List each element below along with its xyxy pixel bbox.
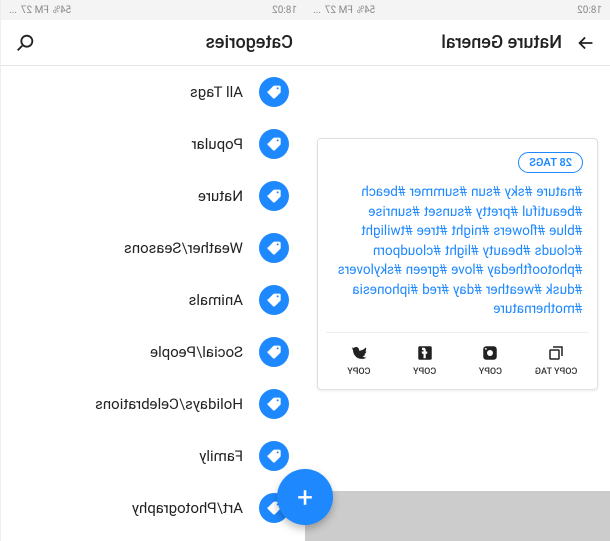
- tag-icon: [259, 441, 289, 471]
- status-carrier-2: FM 27: [21, 5, 49, 16]
- copy-tag-label: COPY TAG: [535, 367, 577, 377]
- list-item-label: Family: [199, 447, 243, 465]
- list-item-label: Popular: [191, 135, 243, 153]
- add-fab[interactable]: +: [277, 469, 333, 525]
- list-item-label: Weather/Seasons: [124, 239, 243, 257]
- categories-header: Categories: [1, 20, 305, 66]
- detail-title: Nature General: [317, 32, 562, 53]
- categories-screen: 18:02 54% FM 27 ... Categories All Tags …: [0, 0, 305, 541]
- tag-icon: [259, 337, 289, 367]
- copy-tag-action[interactable]: COPY TAG: [523, 343, 589, 377]
- copy-icon: [546, 343, 566, 363]
- tag-icon: [259, 77, 289, 107]
- hashtags-text: #nature #sky #sun #summer #beach #beauti…: [332, 183, 583, 320]
- categories-title: Categories: [49, 32, 293, 53]
- tag-icon: [259, 129, 289, 159]
- status-net: 54%: [357, 5, 376, 16]
- detail-screen: 18:02 54% FM 27 ... Nature General 28 TA…: [305, 0, 610, 541]
- list-item[interactable]: Social/People: [1, 326, 305, 378]
- tag-card: 28 TAGS #nature #sky #sun #summer #beach…: [317, 138, 598, 390]
- bottom-bar: [305, 491, 610, 541]
- twitter-icon: [349, 343, 369, 363]
- tag-count-badge: 28 TAGS: [518, 152, 583, 173]
- list-item[interactable]: Holidays/Celebrations: [1, 378, 305, 430]
- list-item[interactable]: Popular: [1, 118, 305, 170]
- status-carrier: FM 27: [325, 5, 353, 16]
- plus-icon: +: [297, 481, 313, 514]
- status-time-2: 18:02: [272, 5, 297, 16]
- tag-icon: [259, 233, 289, 263]
- list-item[interactable]: Weather/Seasons: [1, 222, 305, 274]
- list-item[interactable]: Family: [1, 430, 305, 482]
- categories-list: All Tags Popular Nature Weather/Seasons …: [1, 66, 305, 541]
- list-item[interactable]: Animals: [1, 274, 305, 326]
- copy-facebook-action[interactable]: COPY: [392, 343, 458, 377]
- back-arrow-icon[interactable]: [574, 31, 598, 55]
- status-net-2: 54%: [53, 5, 72, 16]
- list-item-label: Nature: [198, 187, 243, 205]
- list-item-label: Social/People: [150, 343, 243, 361]
- card-actions: COPY TAG COPY COPY: [326, 332, 589, 377]
- tag-icon: [259, 285, 289, 315]
- list-item-label: All Tags: [190, 83, 243, 101]
- status-dots-2: ...: [9, 5, 17, 16]
- status-dots: ...: [313, 5, 321, 16]
- status-time: 18:02: [577, 5, 602, 16]
- list-item[interactable]: Nature: [1, 170, 305, 222]
- copy-twitter-action[interactable]: COPY: [326, 343, 392, 377]
- copy-fb-label: COPY: [413, 367, 436, 377]
- list-item[interactable]: All Tags: [1, 66, 305, 118]
- tag-icon: [259, 389, 289, 419]
- detail-header: Nature General: [305, 20, 610, 66]
- facebook-icon: [415, 343, 435, 363]
- list-item[interactable]: Art/Photography: [1, 482, 305, 534]
- copy-tw-label: COPY: [347, 367, 370, 377]
- list-item-label: Animals: [189, 291, 243, 309]
- copy-ig-label: COPY: [479, 367, 502, 377]
- list-item-label: Holidays/Celebrations: [95, 395, 243, 413]
- search-icon[interactable]: [13, 31, 37, 55]
- copy-instagram-action[interactable]: COPY: [458, 343, 524, 377]
- instagram-icon: [480, 343, 500, 363]
- list-item-label: Art/Photography: [132, 499, 243, 517]
- tag-icon: [259, 181, 289, 211]
- status-bar-2: 18:02 54% FM 27 ...: [1, 0, 305, 20]
- status-bar: 18:02 54% FM 27 ...: [305, 0, 610, 20]
